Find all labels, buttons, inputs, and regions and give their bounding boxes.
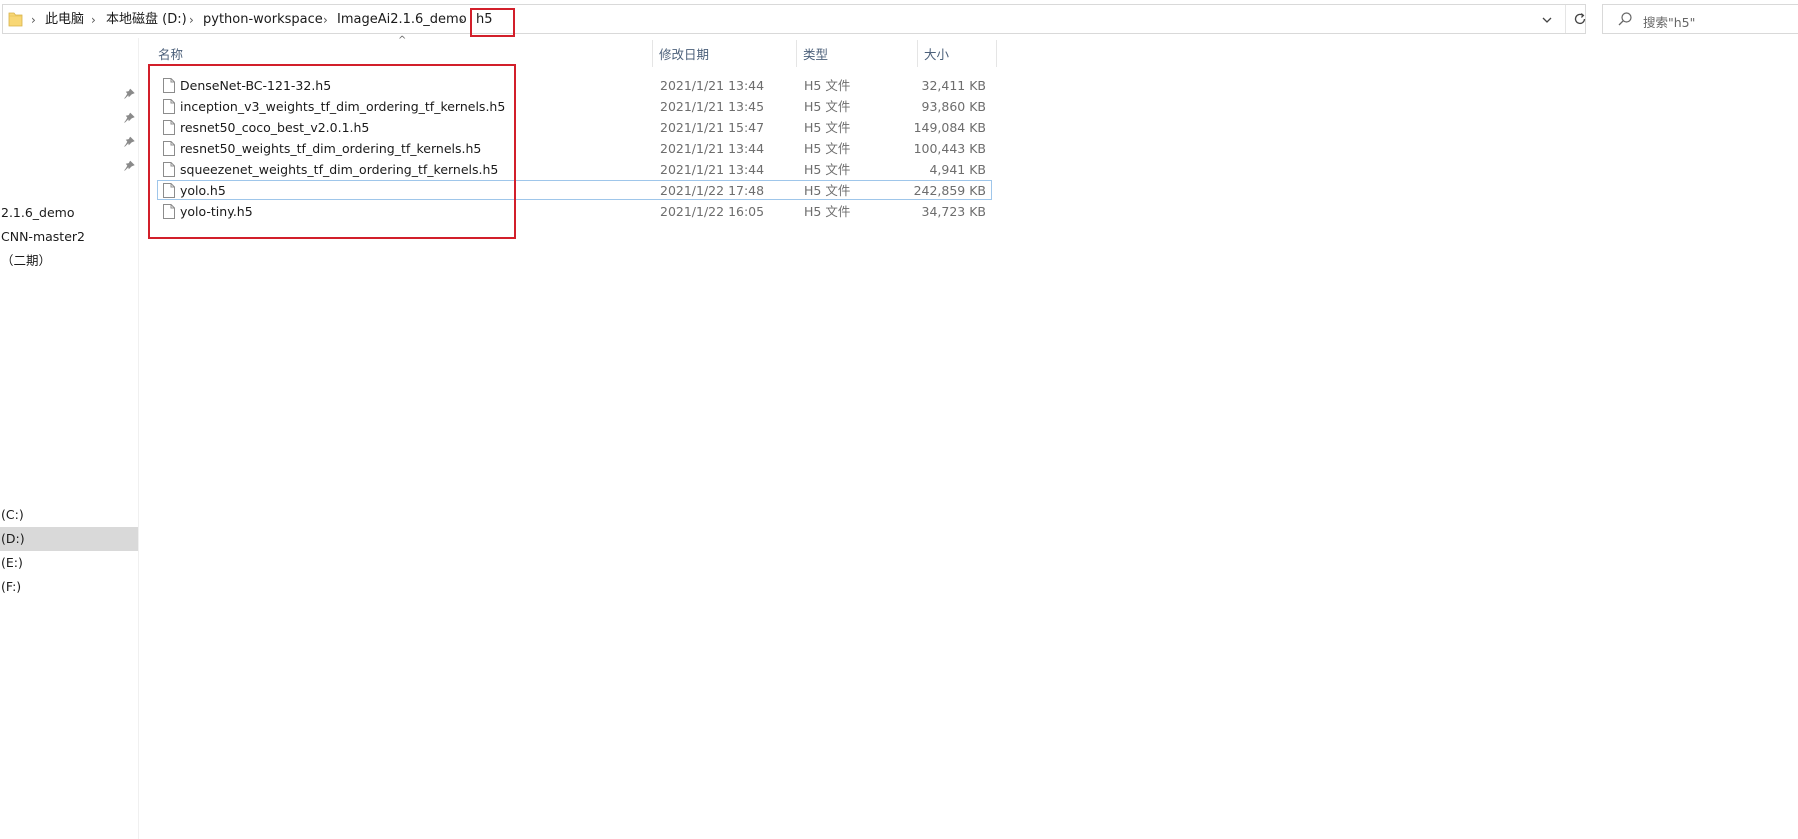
breadcrumb-this-pc[interactable]: 此电脑 [45,12,84,28]
nav-item-label: (E:) [1,555,23,570]
chevron-down-icon[interactable] [1535,9,1559,31]
file-row[interactable]: inception_v3_weights_tf_dim_ordering_tf_… [157,96,992,116]
nav-item-phase-two[interactable]: （二期） [0,249,138,273]
file-icon [163,204,175,219]
file-date: 2021/1/22 17:48 [660,183,765,198]
column-divider[interactable] [917,40,918,67]
file-size: 93,860 KB [921,99,986,114]
search-input[interactable]: 搜索"h5" [1602,4,1798,34]
pin-icon[interactable] [123,160,135,172]
folder-icon [8,12,23,27]
refresh-icon[interactable] [1565,5,1594,33]
file-type: H5 文件 [804,78,851,93]
file-icon [163,141,175,156]
file-name: resnet50_weights_tf_dim_ordering_tf_kern… [180,141,482,156]
file-type: H5 文件 [804,120,851,135]
file-icon [163,162,175,177]
pin-icon[interactable] [123,88,135,100]
file-name: squeezenet_weights_tf_dim_ordering_tf_ke… [180,162,499,177]
breadcrumb-imageai-demo[interactable]: ImageAi2.1.6_demo [337,12,467,28]
file-icon [163,120,175,135]
search-placeholder: 搜索"h5" [1643,15,1696,30]
pin-icon[interactable] [123,136,135,148]
file-row[interactable]: squeezenet_weights_tf_dim_ordering_tf_ke… [157,159,992,179]
chevron-right-icon[interactable]: › [91,12,96,28]
nav-item-imageai-demo[interactable]: 2.1.6_demo [0,201,138,225]
file-icon [163,99,175,114]
file-date: 2021/1/21 13:44 [660,141,765,156]
file-type: H5 文件 [804,99,851,114]
column-header-size[interactable]: 大小 [924,46,949,64]
file-date: 2021/1/22 16:05 [660,204,765,219]
nav-item-drive-d[interactable]: (D:) [0,527,138,551]
file-row[interactable]: resnet50_weights_tf_dim_ordering_tf_kern… [157,138,992,158]
file-date: 2021/1/21 13:44 [660,162,765,177]
file-date: 2021/1/21 13:44 [660,78,765,93]
chevron-right-icon[interactable]: › [459,12,464,28]
column-header-type[interactable]: 类型 [803,46,828,64]
file-name: yolo.h5 [180,183,226,198]
chevron-right-icon[interactable]: › [189,12,194,28]
file-icon [163,78,175,93]
nav-item-label: (F:) [1,579,22,594]
nav-item-label: (D:) [1,531,25,546]
file-size: 100,443 KB [913,141,986,156]
sort-ascending-icon: ^ [398,35,407,46]
file-size: 32,411 KB [921,78,986,93]
annotation-box-breadcrumb [470,8,515,37]
column-divider[interactable] [796,40,797,67]
file-size: 4,941 KB [929,162,986,177]
chevron-right-icon[interactable]: › [323,12,328,28]
file-explorer-window: › 此电脑 › 本地磁盘 (D:) › python-workspace › I… [0,0,1798,839]
file-row-focused[interactable]: yolo.h5 2021/1/22 17:48 H5 文件 242,859 KB [157,180,992,200]
address-bar[interactable]: › 此电脑 › 本地磁盘 (D:) › python-workspace › I… [2,4,1586,37]
navigation-pane[interactable]: 2.1.6_demo CNN-master2 （二期） (C:) (D:) (E… [0,38,139,839]
file-size: 242,859 KB [913,183,986,198]
nav-item-drive-e[interactable]: (E:) [0,551,138,575]
file-type: H5 文件 [804,183,851,198]
column-divider[interactable] [996,40,997,67]
nav-item-label: (C:) [1,507,24,522]
nav-item-label: 2.1.6_demo [1,205,75,220]
nav-item-label: CNN-master2 [1,229,85,244]
file-row[interactable]: yolo-tiny.h5 2021/1/22 16:05 H5 文件 34,72… [157,201,992,221]
chevron-right-icon[interactable]: › [31,12,36,28]
column-header-name[interactable]: 名称 [158,46,183,64]
column-divider[interactable] [652,40,653,67]
file-type: H5 文件 [804,204,851,219]
nav-item-drive-f[interactable]: (F:) [0,575,138,599]
file-name: DenseNet-BC-121-32.h5 [180,78,332,93]
file-date: 2021/1/21 13:45 [660,99,765,114]
file-icon [163,183,175,198]
file-date: 2021/1/21 15:47 [660,120,765,135]
file-size: 149,084 KB [913,120,986,135]
file-name: yolo-tiny.h5 [180,204,253,219]
column-header-date[interactable]: 修改日期 [659,46,709,64]
file-name: resnet50_coco_best_v2.0.1.h5 [180,120,370,135]
file-size: 34,723 KB [921,204,986,219]
file-row[interactable]: resnet50_coco_best_v2.0.1.h5 2021/1/21 1… [157,117,992,137]
nav-item-cnn-master2[interactable]: CNN-master2 [0,225,138,249]
file-type: H5 文件 [804,162,851,177]
file-name: inception_v3_weights_tf_dim_ordering_tf_… [180,99,506,114]
nav-item-label: （二期） [1,253,52,268]
file-row[interactable]: DenseNet-BC-121-32.h5 2021/1/21 13:44 H5… [157,75,992,95]
file-type: H5 文件 [804,141,851,156]
search-icon [1618,12,1632,26]
breadcrumb-python-workspace[interactable]: python-workspace [203,12,323,28]
breadcrumb-drive-d[interactable]: 本地磁盘 (D:) [106,12,187,28]
nav-item-drive-c[interactable]: (C:) [0,503,138,527]
pin-icon[interactable] [123,112,135,124]
